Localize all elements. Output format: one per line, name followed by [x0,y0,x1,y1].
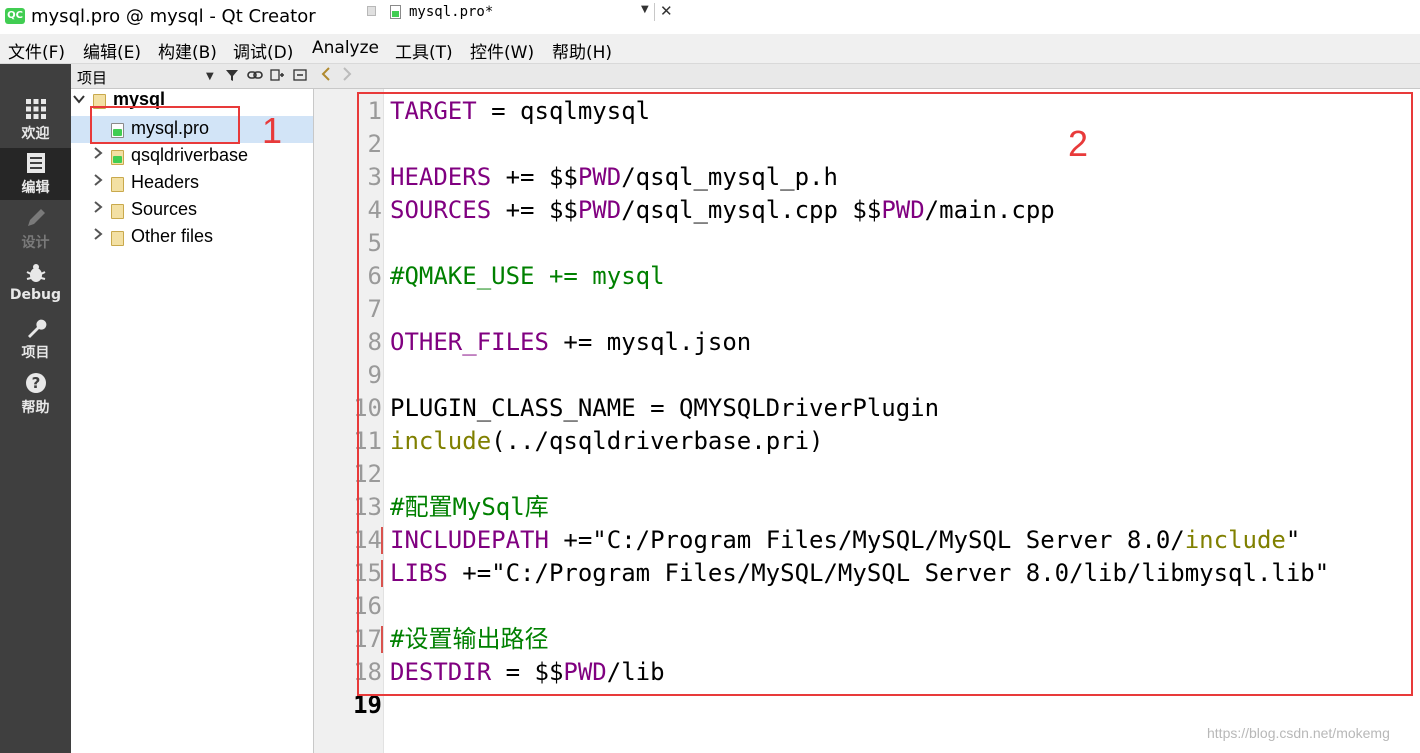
back-arrow-icon[interactable] [321,66,331,86]
chevron-right-icon[interactable] [92,200,104,218]
annotation-label-1: 1 [262,110,283,151]
mode-welcome[interactable]: 欢迎 [0,94,71,146]
forward-arrow-icon[interactable] [342,66,352,86]
project-tree: mysql mysql.pro qsqldriverbase Headers S… [71,89,314,753]
chevron-right-icon[interactable] [92,146,104,164]
close-panel-icon[interactable] [293,68,307,86]
mode-projects-label: 项目 [21,345,50,361]
toolbar-divider [654,3,655,21]
bug-icon [24,262,48,286]
menu-controls[interactable]: 控件(W) [470,38,534,63]
mode-help-label: 帮助 [21,400,50,416]
projects-panel-header: 项目 ▼ [71,64,314,89]
watermark: https://blog.csdn.net/mokemg [1207,725,1390,741]
mode-sidebar: 欢迎 编辑 设计 Debug 项目 ? 帮助 [0,64,71,753]
mode-edit-label: 编辑 [21,180,50,196]
projects-view-selector[interactable]: 项目 [77,67,107,88]
chevron-right-icon[interactable] [92,173,104,191]
mode-edit[interactable]: 编辑 [0,148,71,200]
mode-design-label: 设计 [21,235,50,251]
headers-folder-icon [111,177,124,192]
pencil-icon [24,207,48,231]
tree-item-label: qsqldriverbase [131,145,249,165]
svg-text:?: ? [31,374,40,392]
mode-design[interactable]: 设计 [0,203,71,255]
menu-analyze[interactable]: Analyze [312,38,379,58]
tree-item-other-files[interactable]: Other files [71,224,313,251]
menu-bar: 文件(F) 编辑(E) 构建(B) 调试(D) Analyze 工具(T) 控件… [0,34,1420,64]
annotation-box-2 [357,92,1413,696]
mode-help[interactable]: ? 帮助 [0,368,71,420]
menu-help[interactable]: 帮助(H) [552,38,612,63]
tree-item-label: Other files [131,226,214,246]
lock-icon [367,6,376,16]
close-icon[interactable]: ✕ [660,2,673,20]
chevron-down-icon[interactable]: ▼ [641,4,649,15]
tree-item-label: Headers [131,172,200,192]
pro-file-icon [390,5,401,19]
window-title: mysql.pro @ mysql - Qt Creator [31,6,316,27]
wrench-icon [24,317,48,341]
filter-icon[interactable] [225,68,239,86]
sources-folder-icon [111,204,124,219]
document-icon [24,152,48,176]
menu-edit[interactable]: 编辑(E) [83,38,141,63]
qt-creator-logo-icon: QC [5,8,25,24]
mode-debug[interactable]: Debug [0,258,71,310]
title-bar: QC mysql.pro @ mysql - Qt Creator [0,0,1420,34]
other-files-folder-icon [111,231,124,246]
mode-projects[interactable]: 项目 [0,313,71,365]
link-icon[interactable] [247,68,263,86]
chevron-down-icon[interactable]: ▼ [206,71,214,82]
split-icon[interactable] [270,68,285,86]
subproject-folder-icon [111,150,124,165]
tree-item-sources[interactable]: Sources [71,197,313,224]
menu-file[interactable]: 文件(F) [8,38,65,63]
open-document-title[interactable]: mysql.pro* [409,4,493,20]
chevron-right-icon[interactable] [92,227,104,245]
mode-debug-label: Debug [9,287,62,303]
chevron-down-icon[interactable] [72,92,86,110]
tree-item-label: Sources [131,199,198,219]
tree-item-headers[interactable]: Headers [71,170,313,197]
menu-tools[interactable]: 工具(T) [395,38,453,63]
mode-welcome-label: 欢迎 [21,126,50,142]
annotation-label-2: 2 [1068,123,1089,164]
menu-build[interactable]: 构建(B) [158,38,217,63]
annotation-box-1 [90,106,240,144]
editor-toolbar [314,64,1420,89]
grid-icon [24,98,48,122]
help-icon: ? [24,372,48,396]
menu-debug[interactable]: 调试(D) [233,38,293,63]
